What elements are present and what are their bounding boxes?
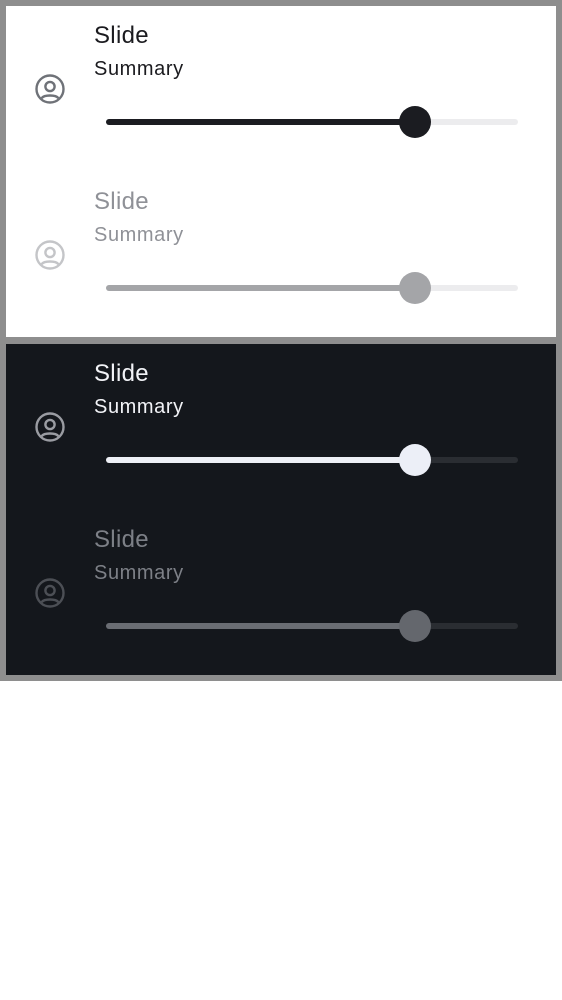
account-circle-icon — [34, 73, 66, 105]
seek-bar — [106, 610, 518, 642]
slider-active-track — [106, 623, 415, 629]
preference-summary: Summary — [94, 562, 184, 584]
seek-bar[interactable] — [106, 444, 518, 476]
preference-title: Slide — [94, 360, 149, 387]
preference-summary: Summary — [94, 224, 184, 246]
account-circle-icon — [34, 577, 66, 609]
seek-bar[interactable] — [106, 106, 518, 138]
preference-summary: Summary — [94, 58, 184, 80]
slider-preference-disabled: Slide Summary — [6, 510, 556, 675]
preference-title: Slide — [94, 526, 149, 553]
slider-preference-enabled[interactable]: Slide Summary — [6, 6, 556, 172]
seek-bar — [106, 272, 518, 304]
slider-thumb[interactable] — [399, 106, 431, 138]
preview-frame: Slide Summary Slide Summary Slide Summar… — [0, 0, 562, 681]
preference-summary: Summary — [94, 396, 184, 418]
slider-active-track — [106, 119, 415, 125]
slider-active-track — [106, 457, 415, 463]
account-circle-icon — [34, 411, 66, 443]
slider-preference-enabled[interactable]: Slide Summary — [6, 344, 556, 510]
light-theme-panel: Slide Summary Slide Summary — [6, 6, 556, 337]
slider-thumb — [399, 272, 431, 304]
slider-active-track — [106, 285, 415, 291]
preference-title: Slide — [94, 22, 149, 49]
slider-thumb[interactable] — [399, 444, 431, 476]
slider-thumb — [399, 610, 431, 642]
preference-title: Slide — [94, 188, 149, 215]
dark-theme-panel: Slide Summary Slide Summary — [6, 344, 556, 675]
slider-preference-disabled: Slide Summary — [6, 172, 556, 337]
account-circle-icon — [34, 239, 66, 271]
